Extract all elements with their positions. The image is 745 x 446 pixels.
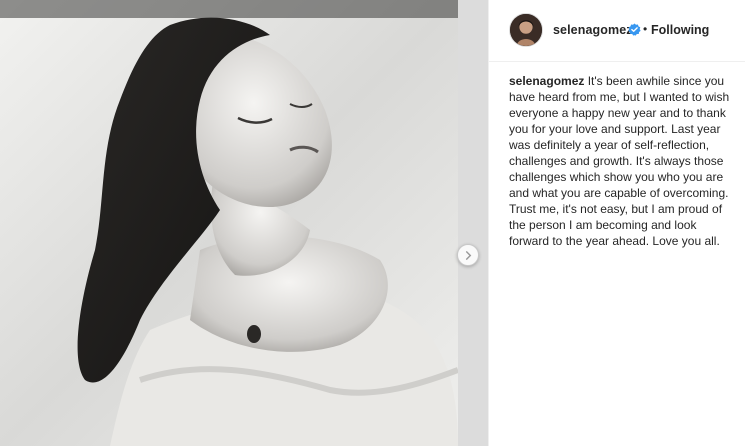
separator-dot: • [643,22,648,36]
post-caption: selenagomez It's been awhile since you h… [509,73,744,249]
verified-badge-icon [628,23,641,36]
caption-text: It's been awhile since you have heard fr… [509,74,730,248]
caption-username-link[interactable]: selenagomez [509,74,584,88]
post-media [0,0,488,446]
post-header: selenagomez • Following [489,0,745,62]
instagram-post: selenagomez • Following selenagomez It's… [0,0,745,446]
username-link[interactable]: selenagomez [553,23,633,37]
chevron-right-icon [465,250,471,260]
media-edge [458,0,488,446]
following-button[interactable]: Following [651,23,709,37]
next-image-button[interactable] [457,244,479,266]
avatar[interactable] [509,13,543,47]
post-photo [0,0,458,446]
post-details-panel: selenagomez • Following selenagomez It's… [488,0,745,446]
